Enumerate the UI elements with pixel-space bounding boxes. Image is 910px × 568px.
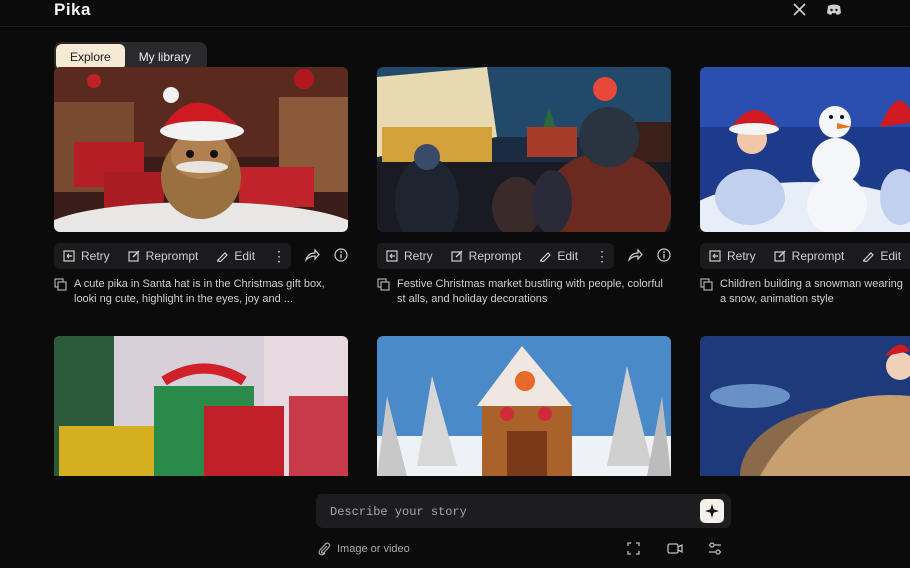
video-thumbnail[interactable]	[377, 336, 671, 476]
edit-icon	[863, 252, 875, 262]
settings-sliders-icon[interactable]	[708, 542, 722, 560]
retry-label: Retry	[727, 249, 756, 263]
card-actions: Retry Reprompt Edit	[700, 243, 910, 269]
more-icon[interactable]: ⋮	[264, 248, 294, 265]
retry-button[interactable]: Retry	[377, 243, 442, 269]
top-bar: Pika	[0, 0, 910, 27]
edit-icon	[540, 252, 552, 262]
copy-icon[interactable]	[54, 278, 67, 291]
card-actions: Retry Reprompt Edit ⋮	[54, 243, 348, 269]
video-thumbnail[interactable]	[54, 67, 348, 232]
video-camera-icon[interactable]	[667, 542, 683, 560]
reprompt-label: Reprompt	[145, 249, 199, 263]
retry-button[interactable]: Retry	[700, 243, 765, 269]
composer-area: Image or video	[0, 476, 910, 568]
card-action-bar: Retry Reprompt Edit ⋮	[377, 243, 614, 269]
attach-media-button[interactable]: Image or video	[317, 542, 410, 556]
reprompt-icon	[774, 250, 786, 262]
reprompt-button[interactable]: Reprompt	[442, 243, 531, 269]
reprompt-icon	[128, 250, 140, 262]
generate-button[interactable]	[700, 499, 724, 523]
retry-label: Retry	[81, 249, 110, 263]
reprompt-button[interactable]: Reprompt	[765, 243, 854, 269]
paperclip-icon	[318, 542, 331, 556]
card-action-bar: Retry Reprompt Edit ⋮	[54, 243, 291, 269]
info-icon[interactable]	[657, 248, 671, 267]
app-logo[interactable]: Pika	[54, 0, 91, 20]
retry-button[interactable]: Retry	[54, 243, 119, 269]
edit-label: Edit	[880, 249, 902, 263]
edit-button[interactable]: Edit	[530, 243, 587, 269]
edit-icon	[217, 252, 229, 262]
social-links	[793, 3, 842, 16]
video-thumbnail[interactable]	[54, 336, 348, 476]
share-icon[interactable]	[304, 248, 320, 267]
reprompt-icon	[451, 250, 463, 262]
caption-text: Children building a snowman wearing a sn…	[720, 278, 903, 305]
edit-button[interactable]: Edit	[853, 243, 910, 269]
reprompt-label: Reprompt	[468, 249, 522, 263]
edit-label: Edit	[234, 249, 256, 263]
reprompt-label: Reprompt	[791, 249, 845, 263]
reprompt-button[interactable]: Reprompt	[119, 243, 208, 269]
caption-text: A cute pika in Santa hat is in the Chris…	[74, 278, 325, 305]
story-prompt-input[interactable]	[328, 494, 692, 530]
retry-icon	[386, 250, 398, 262]
sparkle-icon	[705, 504, 719, 518]
more-icon[interactable]: ⋮	[587, 248, 617, 265]
prompt-box	[316, 494, 731, 530]
copy-icon[interactable]	[700, 278, 713, 291]
video-thumbnail[interactable]	[700, 67, 910, 232]
card-action-bar: Retry Reprompt Edit	[700, 243, 910, 269]
card-caption: Children building a snowman wearing a sn…	[700, 277, 910, 307]
edit-label: Edit	[557, 249, 579, 263]
info-icon[interactable]	[334, 248, 348, 267]
video-thumbnail[interactable]	[700, 336, 910, 476]
retry-icon	[63, 250, 75, 262]
card-caption: A cute pika in Santa hat is in the Chris…	[54, 277, 348, 307]
retry-label: Retry	[404, 249, 433, 263]
video-thumbnail[interactable]	[377, 67, 671, 232]
caption-text: Festive Christmas market bustling with p…	[397, 278, 663, 305]
edit-button[interactable]: Edit	[207, 243, 264, 269]
card-actions: Retry Reprompt Edit ⋮	[377, 243, 671, 269]
expand-icon[interactable]	[627, 542, 640, 560]
discord-icon[interactable]	[826, 4, 842, 16]
share-icon[interactable]	[627, 248, 643, 267]
retry-icon	[709, 250, 721, 262]
attach-label: Image or video	[337, 543, 410, 555]
x-icon[interactable]	[793, 3, 806, 16]
copy-icon[interactable]	[377, 278, 390, 291]
card-caption: Festive Christmas market bustling with p…	[377, 277, 671, 307]
